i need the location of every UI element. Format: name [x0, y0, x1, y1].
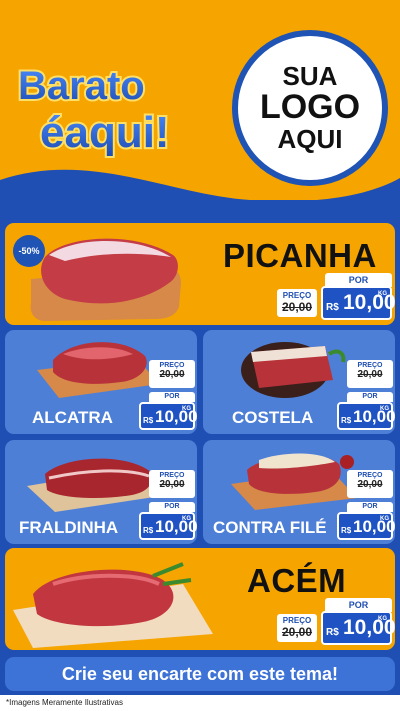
old-price: 20,00: [357, 479, 383, 490]
old-price-box: PREÇO 20,00: [277, 289, 317, 317]
current-price: R$ 10,00 KG: [321, 286, 395, 320]
currency: R$: [143, 526, 154, 535]
title-line2: éaqui!: [40, 108, 170, 157]
currency: R$: [143, 416, 154, 425]
brand-logo-line3: AQUI: [277, 123, 343, 154]
current-price: R$ 10,00 KG: [337, 512, 395, 540]
currency: R$: [341, 416, 352, 425]
price-block: PREÇO 20,00 POR R$ 10,00 KG: [139, 360, 197, 432]
price-block: POR PREÇO 20,00 R$ 10,00 KG: [277, 598, 395, 646]
por-label: POR: [149, 392, 195, 402]
preco-label: PREÇO: [159, 362, 185, 369]
meat-cut-icon: [241, 342, 346, 398]
product-card-acem[interactable]: ACÉM POR PREÇO 20,00 R$ 10,00 KG: [5, 548, 395, 650]
old-price-box: PREÇO 20,00: [347, 360, 393, 388]
brand-logo-line1: SUA: [282, 60, 338, 91]
currency: R$: [326, 627, 339, 638]
old-price: 20,00: [357, 369, 383, 380]
unit-label: KG: [378, 291, 387, 297]
old-price-box: PREÇO 20,00: [149, 470, 195, 498]
current-price: R$ 10,00 KG: [139, 402, 197, 430]
meat-cut-icon: [13, 562, 213, 648]
product-name: ALCATRA: [32, 408, 113, 427]
por-label: POR: [347, 502, 393, 512]
por-label: POR: [347, 392, 393, 402]
old-price: 20,00: [159, 479, 185, 490]
disclaimer-text: *Imagens Meramente Ilustrativas: [0, 695, 400, 711]
currency: R$: [326, 302, 339, 313]
por-label: POR: [149, 502, 195, 512]
por-label: POR: [325, 273, 392, 287]
old-price-box: PREÇO 20,00: [149, 360, 195, 388]
header: Barato éaqui! SUA LOGO AQUI: [0, 0, 400, 230]
product-name: FRALDINHA: [19, 518, 119, 537]
price-block: POR PREÇO 20,00 R$ 10,00 KG: [277, 273, 395, 321]
product-card-costela[interactable]: COSTELA PREÇO 20,00 POR R$ 10,00 KG: [203, 330, 395, 434]
product-name: COSTELA: [232, 408, 314, 427]
price-block: PREÇO 20,00 POR R$ 10,00 KG: [337, 470, 395, 542]
current-price: R$ 10,00 KG: [139, 512, 197, 540]
product-card-contra-file[interactable]: CONTRA FILÉ PREÇO 20,00 POR R$ 10,00 KG: [203, 440, 395, 544]
old-price-box: PREÇO 20,00: [347, 470, 393, 498]
unit-label: KG: [380, 516, 389, 522]
product-card-alcatra[interactable]: ALCATRA PREÇO 20,00 POR R$ 10,00 KG: [5, 330, 197, 434]
currency: R$: [341, 526, 352, 535]
preco-label: PREÇO: [159, 472, 185, 479]
product-card-picanha[interactable]: -50% PICANHA POR PREÇO 20,00 R$ 10,00 KG: [5, 223, 395, 325]
title-logo: Barato éaqui!: [10, 55, 210, 165]
discount-badge: -50%: [13, 235, 45, 267]
title-line1: Barato: [18, 64, 145, 108]
brand-logo-placeholder: SUA LOGO AQUI: [232, 30, 388, 186]
preco-label: PREÇO: [282, 616, 312, 625]
unit-label: KG: [378, 616, 387, 622]
price-block: PREÇO 20,00 POR R$ 10,00 KG: [139, 470, 197, 542]
unit-label: KG: [182, 406, 191, 412]
unit-label: KG: [380, 406, 389, 412]
product-name: PICANHA: [223, 237, 377, 274]
preco-label: PREÇO: [282, 291, 312, 300]
old-price-box: PREÇO 20,00: [277, 614, 317, 642]
product-name: CONTRA FILÉ: [213, 518, 327, 537]
old-price: 20,00: [281, 625, 313, 639]
old-price: 20,00: [159, 369, 185, 380]
current-price: R$ 10,00 KG: [337, 402, 395, 430]
unit-label: KG: [182, 516, 191, 522]
create-flyer-button[interactable]: Crie seu encarte com este tema!: [5, 657, 395, 691]
current-price: R$ 10,00 KG: [321, 611, 395, 645]
price-block: PREÇO 20,00 POR R$ 10,00 KG: [337, 360, 395, 432]
price-value: 10,00: [343, 291, 395, 314]
preco-label: PREÇO: [357, 472, 383, 479]
product-card-fraldinha[interactable]: FRALDINHA PREÇO 20,00 POR R$ 10,00 KG: [5, 440, 197, 544]
product-name: ACÉM: [247, 562, 347, 599]
meat-cut-icon: [30, 238, 182, 321]
brand-logo-line2: LOGO: [259, 88, 361, 127]
old-price: 20,00: [281, 300, 313, 314]
por-label: POR: [325, 598, 392, 612]
price-value: 10,00: [343, 616, 395, 639]
preco-label: PREÇO: [357, 362, 383, 369]
